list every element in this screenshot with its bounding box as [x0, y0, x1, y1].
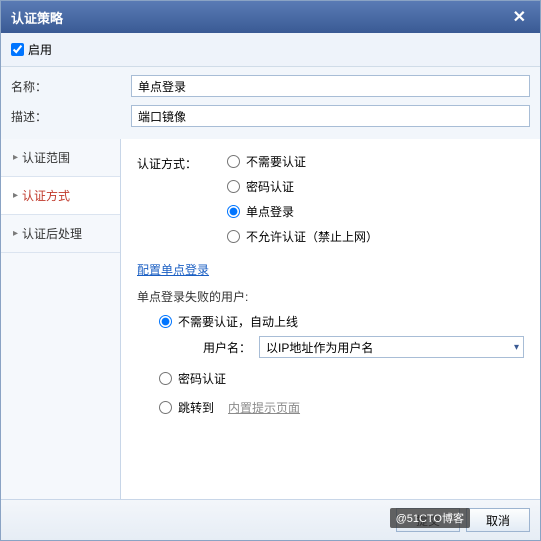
username-select[interactable]: 以IP地址作为用户名 ▾ [259, 336, 524, 358]
close-icon[interactable]: ✕ [509, 7, 530, 27]
radio-label: 不需要认证，自动上线 [178, 313, 298, 330]
radio-none[interactable] [227, 155, 240, 168]
content-panel: 认证方式： 不需要认证 密码认证 单点登录 [121, 139, 540, 499]
auth-method-line: 认证方式： 不需要认证 密码认证 单点登录 [137, 153, 524, 245]
auth-method-sso[interactable]: 单点登录 [227, 203, 378, 220]
radio-fail-password[interactable] [159, 372, 172, 385]
redirect-page-link[interactable]: 内置提示页面 [228, 399, 300, 416]
radio-label: 跳转到 [178, 399, 214, 416]
auth-method-none[interactable]: 不需要认证 [227, 153, 378, 170]
fail-option-noauth[interactable]: 不需要认证，自动上线 [159, 313, 524, 330]
enable-label-text: 启用 [28, 41, 52, 58]
config-sso-link[interactable]: 配置单点登录 [137, 261, 209, 278]
desc-label: 描述： [11, 108, 131, 125]
sidebar-item-label: 认证范围 [22, 149, 70, 166]
name-row: 名称： [11, 71, 530, 101]
desc-input[interactable] [131, 105, 530, 127]
chevron-down-icon: ▾ [514, 342, 519, 353]
chevron-right-icon: ▸ [13, 228, 18, 239]
titlebar: 认证策略 ✕ [1, 1, 540, 33]
radio-fail-redirect[interactable] [159, 401, 172, 414]
sso-fail-title: 单点登录失败的用户: [137, 288, 524, 305]
watermark: @51CTO博客 [390, 508, 470, 528]
radio-fail-noauth[interactable] [159, 315, 172, 328]
radio-sso[interactable] [227, 205, 240, 218]
sidebar-item-scope[interactable]: ▸ 认证范围 [1, 139, 120, 177]
radio-label: 密码认证 [178, 370, 226, 387]
fail-options-block: 不需要认证，自动上线 用户名： 以IP地址作为用户名 ▾ 密码认证 [159, 313, 524, 416]
desc-row: 描述： [11, 101, 530, 131]
enable-checkbox[interactable] [11, 43, 24, 56]
sso-fail-section: 单点登录失败的用户: 不需要认证，自动上线 用户名： 以IP地址作为用户名 ▾ [137, 288, 524, 416]
radio-password[interactable] [227, 180, 240, 193]
auth-method-password[interactable]: 密码认证 [227, 178, 378, 195]
fail-option-redirect[interactable]: 跳转到 内置提示页面 [159, 399, 524, 416]
sidebar-item-label: 认证方式 [22, 187, 70, 204]
chevron-right-icon: ▸ [13, 190, 18, 201]
fail-option-password[interactable]: 密码认证 [159, 370, 524, 387]
side-nav: ▸ 认证范围 ▸ 认证方式 ▸ 认证后处理 [1, 139, 121, 499]
auth-method-disallow[interactable]: 不允许认证（禁止上网） [227, 228, 378, 245]
radio-label: 不允许认证（禁止上网） [246, 228, 378, 245]
sidebar-item-label: 认证后处理 [22, 225, 82, 242]
sidebar-item-method[interactable]: ▸ 认证方式 [1, 177, 120, 215]
form-rows: 名称： 描述： [1, 67, 540, 139]
chevron-right-icon: ▸ [13, 152, 18, 163]
username-select-value: 以IP地址作为用户名 [266, 339, 373, 356]
enable-row: 启用 [1, 33, 540, 67]
radio-label: 单点登录 [246, 203, 294, 220]
dialog-title: 认证策略 [11, 8, 63, 27]
username-label: 用户名： [181, 339, 251, 356]
radio-label: 不需要认证 [246, 153, 306, 170]
username-row: 用户名： 以IP地址作为用户名 ▾ [181, 336, 524, 358]
auth-method-options: 不需要认证 密码认证 单点登录 不允许认证（禁止上网） [227, 153, 378, 245]
cancel-button[interactable]: 取消 [466, 508, 530, 532]
auth-method-label: 认证方式： [137, 153, 227, 172]
name-input[interactable] [131, 75, 530, 97]
main-area: ▸ 认证范围 ▸ 认证方式 ▸ 认证后处理 认证方式： 不需要认证 [1, 139, 540, 499]
sidebar-item-post[interactable]: ▸ 认证后处理 [1, 215, 120, 253]
enable-checkbox-label[interactable]: 启用 [11, 41, 530, 58]
auth-policy-dialog: 认证策略 ✕ 启用 名称： 描述： ▸ 认证范围 ▸ 认证方式 [0, 0, 541, 541]
radio-disallow[interactable] [227, 230, 240, 243]
radio-label: 密码认证 [246, 178, 294, 195]
name-label: 名称： [11, 78, 131, 95]
